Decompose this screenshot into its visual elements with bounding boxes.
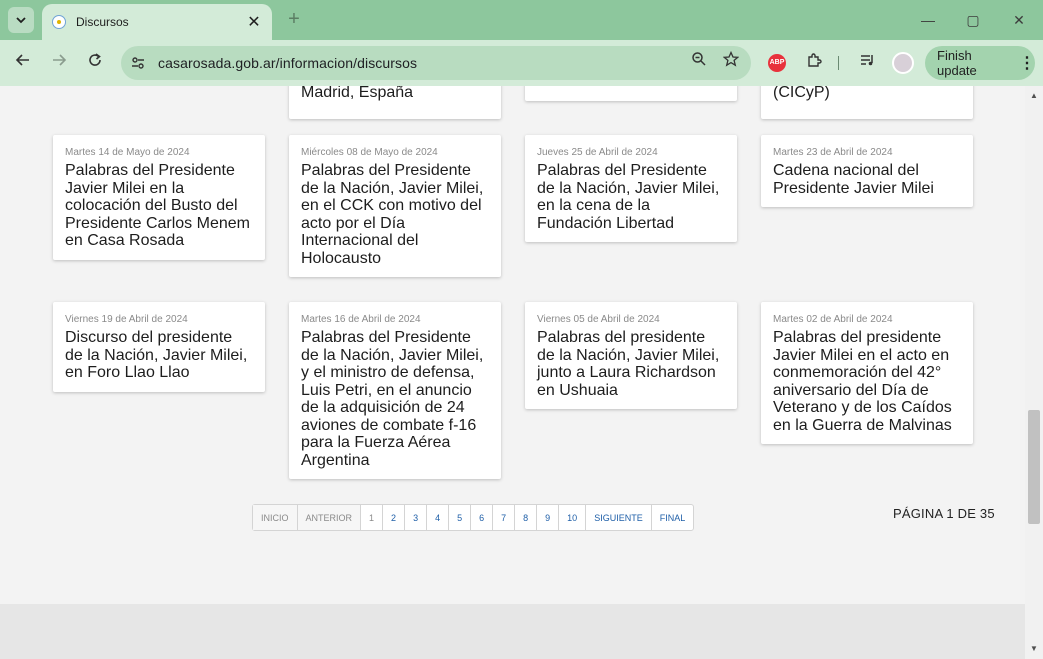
tab-close-icon[interactable]: ✕ bbox=[246, 12, 262, 32]
kebab-menu-icon[interactable]: ⋮ bbox=[1019, 53, 1035, 73]
finish-update-button[interactable]: Finish update ⋮ bbox=[925, 46, 1035, 80]
pagination-page[interactable]: 5 bbox=[448, 505, 470, 530]
pagination-page[interactable]: 10 bbox=[558, 505, 585, 530]
pagination-next[interactable]: SIGUIENTE bbox=[585, 505, 651, 530]
card-date: Miércoles 08 de Mayo de 2024 bbox=[301, 147, 438, 158]
speech-card[interactable]: Martes 16 de Abril de 2024 Palabras del … bbox=[289, 302, 501, 479]
speech-card[interactable]: Jueves 25 de Abril de 2024 Palabras del … bbox=[525, 135, 737, 242]
speech-card[interactable]: (CICyP) bbox=[761, 86, 973, 119]
page-indicator: PÁGINA 1 DE 35 bbox=[893, 506, 995, 521]
card-title[interactable]: Palabras del Presidente de la Nación, Ja… bbox=[301, 329, 489, 469]
speech-card[interactable]: Martes 14 de Mayo de 2024 Palabras del P… bbox=[53, 135, 265, 260]
card-date: Viernes 05 de Abril de 2024 bbox=[537, 314, 660, 325]
finish-update-label: Finish update bbox=[937, 48, 977, 78]
pagination-first[interactable]: INICIO bbox=[253, 505, 297, 530]
media-controls-icon[interactable] bbox=[856, 52, 878, 74]
pagination-page[interactable]: 7 bbox=[492, 505, 514, 530]
pagination-page[interactable]: 9 bbox=[536, 505, 558, 530]
new-tab-button[interactable]: + bbox=[283, 8, 305, 30]
site-info-icon[interactable] bbox=[124, 49, 152, 77]
tab-title: Discursos bbox=[76, 15, 129, 29]
tab-search-button[interactable] bbox=[8, 7, 34, 33]
back-button[interactable] bbox=[11, 51, 35, 75]
browser-toolbar: casarosada.gob.ar/informacion/discursos … bbox=[0, 40, 1043, 86]
extensions-puzzle-icon[interactable] bbox=[803, 52, 825, 74]
pagination-page[interactable]: 4 bbox=[426, 505, 448, 530]
speech-card[interactable] bbox=[525, 86, 737, 101]
address-bar[interactable]: casarosada.gob.ar/informacion/discursos bbox=[121, 46, 751, 80]
reload-button[interactable] bbox=[83, 51, 107, 75]
arrow-left-icon bbox=[15, 54, 29, 66]
pagination-page[interactable]: 8 bbox=[514, 505, 536, 530]
card-title[interactable]: Discurso del presidente de la Nación, Ja… bbox=[65, 329, 253, 382]
pagination-page[interactable]: 6 bbox=[470, 505, 492, 530]
card-title[interactable]: Palabras del presidente Javier Milei en … bbox=[773, 329, 961, 434]
scroll-up-arrow-icon[interactable]: ▲ bbox=[1029, 91, 1039, 101]
card-date: Jueves 25 de Abril de 2024 bbox=[537, 147, 658, 158]
close-window-button[interactable]: ✕ bbox=[1009, 10, 1029, 30]
card-date: Martes 16 de Abril de 2024 bbox=[301, 314, 421, 325]
maximize-button[interactable]: ▢ bbox=[963, 10, 983, 30]
scroll-down-arrow-icon[interactable]: ▼ bbox=[1029, 644, 1039, 654]
speech-card[interactable]: Viernes 05 de Abril de 2024 Palabras del… bbox=[525, 302, 737, 409]
forward-button[interactable] bbox=[47, 51, 71, 75]
speech-card[interactable]: Miércoles 08 de Mayo de 2024 Palabras de… bbox=[289, 135, 501, 277]
speech-card[interactable]: Martes 23 de Abril de 2024 Cadena nacion… bbox=[761, 135, 973, 207]
chevron-down-icon bbox=[16, 17, 26, 24]
zoom-icon[interactable] bbox=[687, 51, 711, 75]
pagination: INICIO ANTERIOR 1 2 3 4 5 6 7 8 9 10 SIG… bbox=[252, 504, 695, 531]
active-tab[interactable]: Discursos ✕ bbox=[42, 4, 272, 40]
pagination-page[interactable]: 3 bbox=[404, 505, 426, 530]
card-date: Martes 02 de Abril de 2024 bbox=[773, 314, 893, 325]
card-title[interactable]: Madrid, España bbox=[301, 86, 489, 102]
page-viewport: Madrid, España (CICyP) Martes 14 de Mayo… bbox=[0, 86, 1043, 659]
card-title[interactable]: Palabras del Presidente de la Nación, Ja… bbox=[537, 162, 725, 232]
bookmark-star-icon[interactable] bbox=[719, 50, 743, 75]
tab-strip: Discursos ✕ + — ▢ ✕ bbox=[0, 0, 1043, 40]
pagination-page[interactable]: 2 bbox=[382, 505, 404, 530]
pagination-last[interactable]: FINAL bbox=[650, 505, 694, 530]
card-title[interactable]: Palabras del Presidente de la Nación, Ja… bbox=[301, 162, 489, 267]
card-title[interactable]: Palabras del Presidente Javier Milei en … bbox=[65, 162, 253, 250]
speech-card[interactable]: Madrid, España bbox=[289, 86, 501, 119]
toolbar-divider bbox=[838, 56, 839, 70]
arrow-right-icon bbox=[53, 54, 67, 66]
page-footer bbox=[0, 604, 1025, 659]
card-title[interactable]: Cadena nacional del Presidente Javier Mi… bbox=[773, 162, 961, 197]
scrollbar-thumb[interactable] bbox=[1028, 410, 1040, 524]
card-date: Viernes 19 de Abril de 2024 bbox=[65, 314, 188, 325]
adblock-plus-icon[interactable]: ABP bbox=[768, 54, 786, 72]
speech-card[interactable]: Martes 02 de Abril de 2024 Palabras del … bbox=[761, 302, 973, 444]
pagination-page[interactable]: 1 bbox=[360, 505, 382, 530]
reload-icon bbox=[89, 53, 101, 66]
minimize-button[interactable]: — bbox=[918, 10, 938, 30]
vertical-scrollbar[interactable]: ▲ ▼ bbox=[1025, 86, 1043, 659]
speech-card[interactable]: Viernes 19 de Abril de 2024 Discurso del… bbox=[53, 302, 265, 392]
card-title[interactable]: (CICyP) bbox=[773, 86, 961, 102]
profile-avatar[interactable] bbox=[892, 52, 914, 74]
card-date: Martes 14 de Mayo de 2024 bbox=[65, 147, 190, 158]
pagination-prev[interactable]: ANTERIOR bbox=[296, 505, 361, 530]
argentina-favicon-icon bbox=[52, 15, 66, 29]
card-title[interactable]: Palabras del presidente de la Nación, Ja… bbox=[537, 329, 725, 399]
url-text[interactable]: casarosada.gob.ar/informacion/discursos bbox=[158, 55, 687, 71]
card-date: Martes 23 de Abril de 2024 bbox=[773, 147, 893, 158]
